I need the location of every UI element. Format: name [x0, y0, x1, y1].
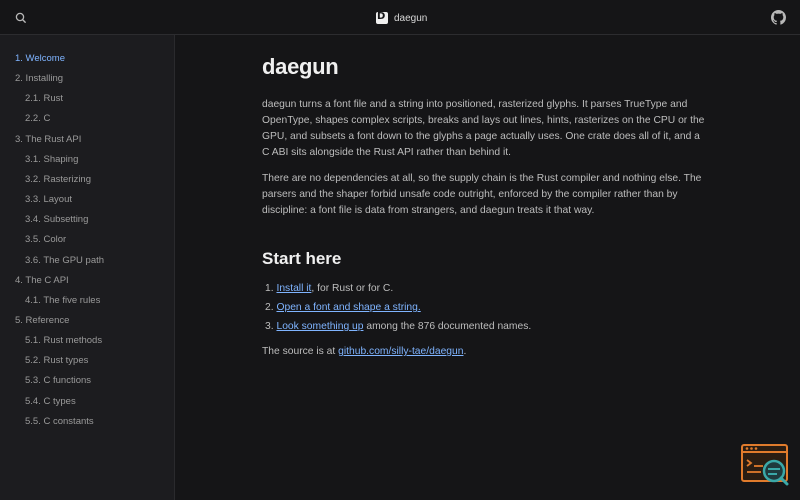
- shape-string-link[interactable]: Open a font and shape a string.: [276, 302, 420, 313]
- list-item: 1. Install it, for Rust or for C.: [265, 279, 531, 298]
- section-title-start-here: Start here: [262, 249, 342, 268]
- sidebar-item[interactable]: 3.6. The GPU path: [0, 255, 104, 267]
- sidebar-toc: 1. Welcome 2. Installing 2.1. Rust 2.2. C 3.…: [0, 35, 175, 500]
- search-button[interactable]: [12, 9, 30, 27]
- sidebar-item[interactable]: 5.3. C functions: [0, 375, 91, 387]
- lookup-link[interactable]: Look something up: [276, 321, 363, 332]
- list-number: 2.: [265, 302, 274, 313]
- list-item: 3. Look something up among the 876 docum…: [265, 317, 531, 336]
- sidebar-item[interactable]: 2.1. Rust: [0, 93, 63, 105]
- source-suffix: .: [463, 346, 467, 357]
- sidebar-item[interactable]: 3.3. Layout: [0, 194, 72, 206]
- floating-helper-widget[interactable]: [741, 444, 790, 486]
- sidebar-item[interactable]: 5.1. Rust methods: [0, 335, 102, 347]
- terminal-search-icon: [741, 444, 789, 486]
- search-icon: [15, 12, 26, 23]
- sidebar-item[interactable]: 2.2. C: [0, 113, 50, 125]
- steps-list: 1. Install it, for Rust or for C. 2. Ope…: [265, 279, 531, 336]
- github-icon: [771, 10, 786, 25]
- source-paragraph: The source is at github.com/silly-tae/da…: [262, 344, 708, 360]
- sidebar-item[interactable]: 1. Welcome: [0, 53, 65, 65]
- intro-paragraph: daegun turns a font file and a string in…: [262, 99, 705, 158]
- sidebar-item[interactable]: 5.4. C types: [0, 396, 76, 408]
- sidebar-item[interactable]: 5.2. Rust types: [0, 355, 88, 367]
- sidebar-item[interactable]: 5.5. C constants: [0, 416, 94, 428]
- sidebar-item[interactable]: 3.4. Subsetting: [0, 214, 88, 226]
- top-bar: daegun: [0, 0, 800, 35]
- list-text: among the 876 documented names.: [363, 321, 532, 332]
- sidebar-item[interactable]: 3.5. Color: [0, 234, 66, 246]
- list-number: 3.: [265, 321, 274, 332]
- sidebar-item[interactable]: 3.2. Rasterizing: [0, 174, 91, 186]
- sidebar-item[interactable]: 4.1. The five rules: [0, 295, 100, 307]
- sidebar-item[interactable]: 4. The C API: [0, 275, 69, 287]
- install-link[interactable]: Install it: [276, 283, 311, 294]
- list-text: , for Rust or for C.: [311, 283, 394, 294]
- source-link[interactable]: github.com/silly-tae/daegun: [338, 346, 463, 357]
- list-number: 1.: [265, 283, 274, 294]
- source-prefix: The source is at: [262, 346, 339, 357]
- sidebar-item[interactable]: 3. The Rust API: [0, 134, 81, 146]
- dependencies-paragraph: There are no dependencies at all, so the…: [262, 173, 702, 216]
- github-link[interactable]: [771, 10, 786, 25]
- list-item: 2. Open a font and shape a string.: [265, 298, 531, 317]
- brand-name: daegun: [394, 12, 428, 24]
- sidebar-item[interactable]: 5. Reference: [0, 315, 69, 327]
- daegun-logo-icon: [376, 11, 388, 24]
- sidebar-item[interactable]: 3.1. Shaping: [0, 154, 78, 166]
- brand[interactable]: daegun: [376, 10, 427, 26]
- sidebar-item[interactable]: 2. Installing: [0, 73, 63, 85]
- page-title: daegun: [262, 54, 339, 79]
